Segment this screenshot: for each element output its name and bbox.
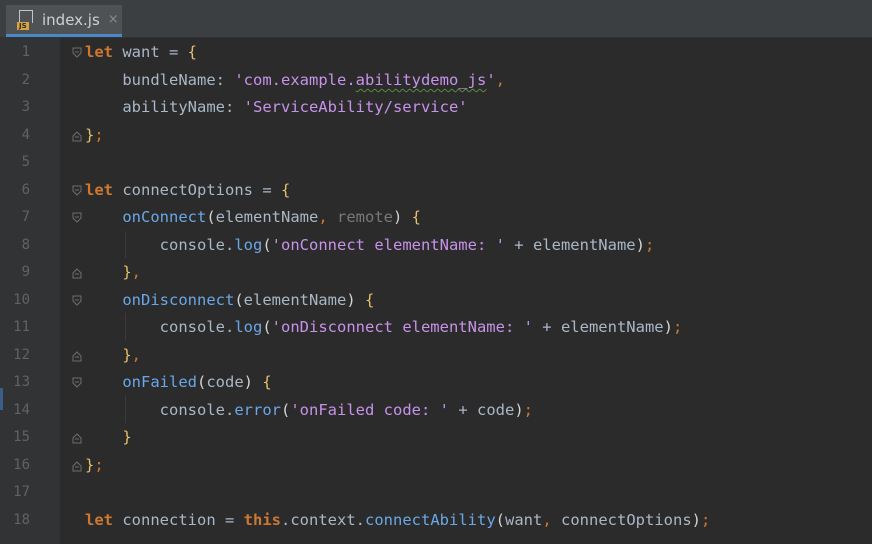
- code-line-6: let connectOptions = {: [85, 181, 291, 199]
- code-line-8: console.log('onConnect elementName: ' + …: [159, 236, 655, 254]
- line-number: 9: [21, 264, 30, 280]
- scroll-marker: [0, 388, 3, 410]
- line-number: 1: [21, 44, 30, 60]
- code-line-14: console.error('onFailed code: ' + code);: [159, 401, 533, 419]
- code-line-15: }: [122, 428, 132, 446]
- fold-open-icon[interactable]: [72, 185, 82, 197]
- javascript-file-icon: JS: [16, 9, 36, 30]
- code-line-10: onDisconnect(elementName) {: [122, 291, 375, 309]
- line-number: 15: [13, 429, 30, 445]
- code-line-1: let want = {: [85, 43, 198, 61]
- tab-bar: JS index.js ×: [0, 0, 872, 38]
- tab-label: index.js: [42, 10, 100, 29]
- code-line-2: bundleName: 'com.example.abilitydemo_js'…: [85, 71, 505, 89]
- line-number: 13: [13, 374, 30, 390]
- fold-close-icon[interactable]: [72, 130, 82, 142]
- line-number: 7: [21, 209, 30, 225]
- line-number-gutter: 1 2 3 4 5 6 7 8 9 10 11 12 13 14 15 16 17 18: [0, 38, 60, 544]
- line-number: 12: [13, 346, 30, 363]
- line-number: 11: [13, 319, 30, 335]
- fold-open-icon[interactable]: [72, 295, 82, 307]
- code-line-9: },: [122, 263, 142, 281]
- code-area[interactable]: let want = { bundleName: 'com.example.ab…: [85, 38, 872, 544]
- tab-index-js[interactable]: JS index.js ×: [6, 5, 122, 37]
- fold-open-icon[interactable]: [72, 47, 82, 59]
- code-line-11: console.log('onDisconnect elementName: '…: [159, 318, 683, 336]
- fold-close-icon[interactable]: [72, 350, 82, 362]
- fold-close-icon[interactable]: [72, 460, 82, 472]
- code-line-12: },: [122, 346, 142, 364]
- code-line-18: let connection = this.context.connectAbi…: [85, 511, 711, 529]
- code-line-16: };: [85, 456, 104, 474]
- line-number: 3: [21, 99, 30, 115]
- line-number: 16: [13, 456, 30, 473]
- fold-close-icon[interactable]: [72, 432, 82, 444]
- code-line-4: };: [85, 126, 104, 144]
- line-number: 10: [13, 291, 30, 308]
- line-number: 6: [21, 181, 30, 198]
- code-line-3: abilityName: 'ServiceAbility/service': [85, 98, 468, 116]
- code-line-13: onFailed(code) {: [122, 373, 272, 391]
- fold-close-icon[interactable]: [72, 267, 82, 279]
- fold-open-icon[interactable]: [72, 212, 82, 224]
- code-line-7: onConnect(elementName, remote) {: [122, 208, 422, 226]
- editor-window: JS index.js × 1 2 3 4 5 6 7 8 9 10 11 12 13 14 15 16 17 1…: [0, 0, 872, 544]
- line-number: 5: [21, 154, 30, 170]
- line-number: 17: [13, 484, 30, 500]
- line-number: 2: [21, 71, 30, 88]
- close-icon[interactable]: ×: [108, 12, 119, 27]
- line-number: 14: [13, 401, 30, 418]
- line-number: 18: [13, 511, 30, 528]
- line-number: 4: [21, 126, 30, 143]
- line-number: 8: [21, 236, 30, 253]
- fold-open-icon[interactable]: [72, 377, 82, 389]
